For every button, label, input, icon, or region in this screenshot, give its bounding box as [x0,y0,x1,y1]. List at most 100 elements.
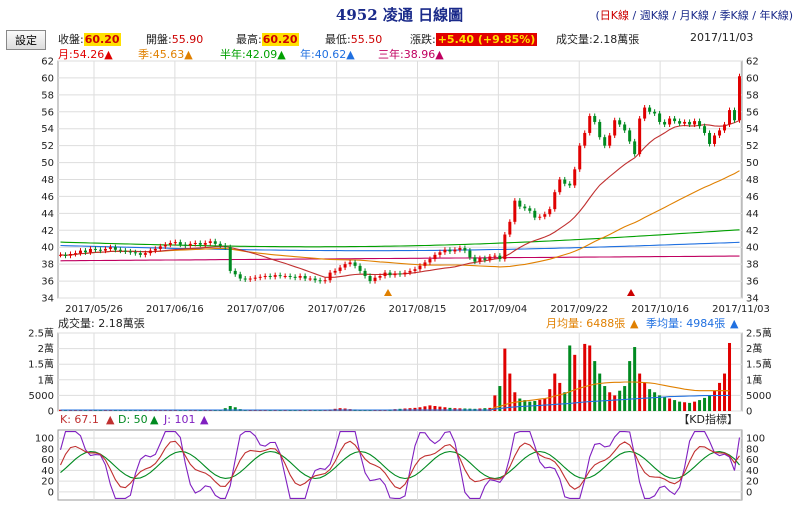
candle-body [493,255,497,257]
kd-tick-left: 40 [41,466,54,477]
volume-tick-right: 0 [746,407,752,418]
x-tick-label: 2017/08/15 [389,304,447,315]
volume-bar [593,361,597,411]
kd-tick-right: 20 [746,477,759,488]
candle-body [193,242,197,244]
volume-tick-right: 5000 [746,391,771,402]
kd-tick-left: 60 [41,455,54,466]
price-tick-right: 52 [746,141,759,152]
candle-body [393,273,397,276]
candle-body [63,254,67,256]
volume-bar [723,373,727,411]
volume-bar [633,347,637,411]
ma-three-year-label: 三年:38.96 [378,48,436,61]
candle-body [398,273,402,275]
price-tick-left: 36 [41,277,54,288]
monthly-k-link[interactable]: 月K線 [680,9,709,22]
price-tick-right: 40 [746,243,759,254]
candle-body [448,249,452,252]
candle-body [503,234,507,260]
volume-tick-right: 1萬 [746,373,762,386]
price-tick-right: 60 [746,73,759,84]
candle-body [553,192,557,210]
candle-body [678,121,682,124]
price-tick-left: 48 [41,175,54,186]
volume-bar [568,345,572,411]
candle-body [368,275,372,282]
weekly-k-link[interactable]: 週K線 [640,9,669,22]
candle-body [523,206,527,209]
candle-body [403,272,407,275]
candle-body [298,275,302,278]
candle-body [418,265,422,270]
candle-body [308,278,312,280]
candle-body [238,274,242,279]
candle-body [273,275,277,277]
candle-body [248,278,252,280]
candle-body [128,251,132,253]
kd-k-arrow: ▲ [106,413,115,426]
volume-bar [668,398,672,411]
candle-body [318,280,322,282]
daily-k-link[interactable]: 日K線 [600,9,629,22]
ma-half-year-arrow: ▲ [277,48,286,61]
candle-body [263,275,267,277]
volume-bar [638,373,642,411]
candle-body [253,277,257,279]
candle-body [413,269,417,271]
price-tick-left: 44 [41,209,54,220]
candle-body [138,253,142,255]
yearly-k-link[interactable]: 年K線 [759,9,788,22]
quarterly-k-link[interactable]: 季K線 [720,9,749,22]
volume-bar [708,395,712,411]
candle-body [103,248,107,251]
x-tick-label: 2017/05/26 [65,304,123,315]
volume-panel-label: 成交量: 2.18萬張 [58,316,145,330]
kd-tick-left: 20 [41,477,54,488]
candle-body [58,254,62,256]
volume-quarter-avg-label: 季均量: 4984張 [646,317,725,330]
volume-tick-left: 1萬 [38,373,54,386]
volume-bar [563,392,567,411]
candle-body [383,272,387,276]
candle-body [323,280,327,282]
ma-three-year-arrow: ▲ [435,48,444,61]
candle-body [313,278,317,281]
candle-body [593,116,597,122]
volume-bar [718,382,722,411]
price-tick-right: 54 [746,124,759,135]
ma-month-arrow: ▲ [104,48,113,61]
ma-year-arrow: ▲ [346,48,355,61]
ma-quarter-label: 季:45.63 [138,48,185,61]
volume-bar [643,382,647,411]
volume-bar [548,389,552,411]
candle-body [268,275,272,277]
volume-label: 成交量: [556,33,593,46]
price-tick-left: 52 [41,141,54,152]
volume-bar [518,398,522,411]
settings-button[interactable]: 設定 [6,30,46,50]
candle-body [588,116,592,133]
candle-body [673,118,677,122]
candle-body [563,179,567,184]
volume-bar [598,373,602,411]
candle-body [198,242,202,245]
low-quote: 最低:55.50 [325,31,382,47]
x-tick-label: 2017/06/16 [146,304,204,315]
candle-body [698,121,702,127]
candle-body [78,250,82,254]
close-value: 60.20 [83,33,121,46]
price-tick-right: 38 [746,260,759,271]
price-tick-left: 38 [41,260,54,271]
kd-panel-frame [57,429,743,501]
kd-tick-right: 40 [746,466,759,477]
candle-body [213,241,217,244]
period-links: (日K線 / 週K線 / 月K線 / 季K線 / 年K線) [595,9,794,22]
candle-body [168,242,172,245]
volume-bar [688,402,692,411]
candle-body [358,265,362,271]
candle-body [113,247,117,250]
candle-body [158,246,162,249]
candle-body [603,137,607,146]
volume-tick-left: 5000 [29,391,54,402]
